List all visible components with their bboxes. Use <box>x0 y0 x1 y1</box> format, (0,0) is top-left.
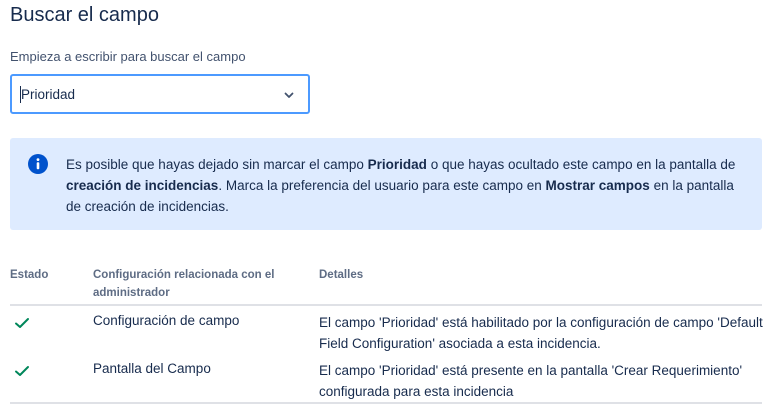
detail-cell: El campo 'Prioridad' está habilitado por… <box>319 315 763 351</box>
config-cell: Configuración de campo <box>93 313 240 328</box>
info-icon <box>28 154 48 174</box>
config-cell: Pantalla del Campo <box>93 361 211 376</box>
table-bottom-divider <box>10 402 762 404</box>
info-message: Es posible que hayas dejado sin marcar e… <box>10 138 762 230</box>
check-icon <box>15 318 29 328</box>
column-header-estado: Estado <box>10 269 49 281</box>
search-input-value[interactable]: Prioridad <box>21 87 75 102</box>
column-header-config: Configuración relacionada con el adminis… <box>93 269 275 299</box>
field-search-select[interactable]: Prioridad <box>10 74 310 114</box>
table-header-divider <box>10 304 762 306</box>
page-title: Buscar el campo <box>10 4 159 26</box>
column-header-detalles: Detalles <box>319 269 364 281</box>
search-field-label: Empieza a escribir para buscar el campo <box>10 49 246 64</box>
detail-cell: El campo 'Prioridad' está presente en la… <box>319 363 743 399</box>
check-icon <box>15 366 29 376</box>
info-message-text: Es posible que hayas dejado sin marcar e… <box>66 157 736 214</box>
chevron-down-icon[interactable] <box>282 88 296 102</box>
